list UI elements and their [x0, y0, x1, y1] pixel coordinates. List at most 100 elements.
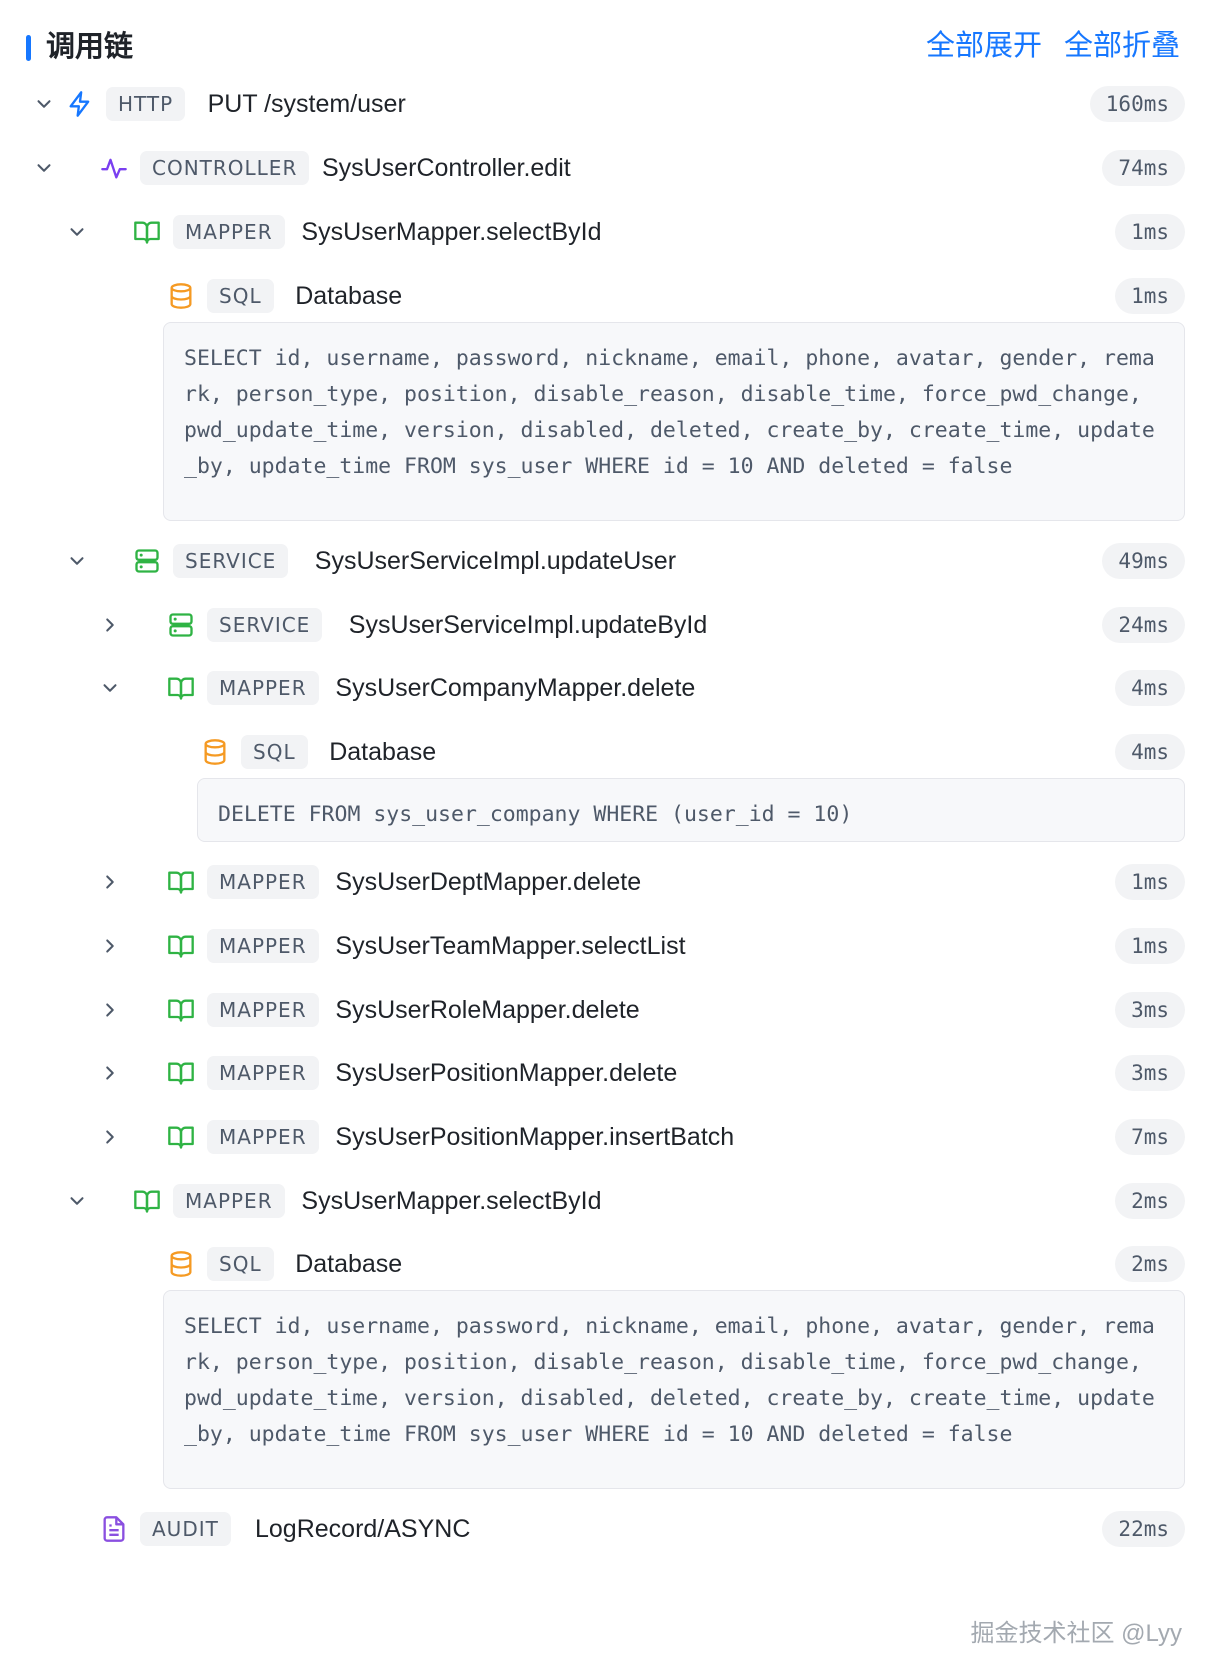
duration-badge: 4ms — [1115, 734, 1185, 770]
trace-row[interactable]: CONTROLLER SysUserController.edit 74ms — [0, 138, 1212, 198]
node-type-tag: MAPPER — [207, 1120, 319, 1154]
node-type-tag: MAPPER — [207, 865, 319, 899]
trace-panel: 调用链 全部展开 全部折叠 HTTP PUT /system/user 160ms C… — [0, 0, 1212, 1678]
duration-badge: 2ms — [1115, 1183, 1185, 1219]
trace-row[interactable]: MAPPER SysUserPositionMapper.insertBatch 7… — [0, 1107, 1212, 1167]
server-icon — [166, 610, 196, 640]
node-name: SysUserTeamMapper.selectList — [335, 932, 686, 960]
panel-title: 调用链 — [46, 31, 134, 63]
chevron-right-icon[interactable] — [95, 610, 125, 640]
chevron-down-icon[interactable] — [62, 1186, 92, 1216]
chevron-down-icon[interactable] — [62, 546, 92, 576]
node-type-tag: CONTROLLER — [140, 151, 310, 185]
trace-row[interactable]: MAPPER SysUserMapper.selectById 1ms — [0, 202, 1212, 262]
server-icon — [132, 546, 162, 576]
trace-row[interactable]: SERVICE SysUserServiceImpl.updateUser 49ms — [0, 531, 1212, 591]
node-type-tag: AUDIT — [140, 1512, 231, 1546]
duration-badge: 24ms — [1102, 607, 1185, 643]
duration-badge: 7ms — [1115, 1119, 1185, 1155]
node-name: LogRecord/ASYNC — [255, 1515, 471, 1543]
trace-row: SQL Database 4ms — [0, 722, 1212, 782]
duration-badge: 160ms — [1089, 86, 1185, 122]
node-type-tag: SERVICE — [207, 608, 323, 642]
header-actions: 全部展开 全部折叠 — [926, 24, 1180, 68]
book-open-icon — [132, 217, 162, 247]
database-icon — [166, 281, 196, 311]
sql-statement-box: SELECT id, username, password, nickname,… — [163, 322, 1185, 521]
node-name: SysUserMapper.selectById — [301, 218, 602, 246]
node-name: SysUserMapper.selectById — [301, 1187, 602, 1215]
node-type-tag: MAPPER — [207, 671, 319, 705]
duration-badge: 1ms — [1115, 278, 1185, 314]
node-type-tag: MAPPER — [173, 215, 285, 249]
sql-statement-box: SELECT id, username, password, nickname,… — [163, 1290, 1185, 1489]
node-name: SysUserCompanyMapper.delete — [335, 674, 696, 702]
chevron-down-icon[interactable] — [62, 217, 92, 247]
node-type-tag: SQL — [241, 735, 308, 769]
duration-badge: 3ms — [1115, 992, 1185, 1028]
trace-row[interactable]: MAPPER SysUserPositionMapper.delete 3ms — [0, 1043, 1212, 1103]
sql-statement-box: DELETE FROM sys_user_company WHERE (user… — [197, 778, 1185, 842]
chevron-right-icon[interactable] — [95, 995, 125, 1025]
title-accent-bar — [26, 35, 31, 61]
book-open-icon — [166, 1058, 196, 1088]
duration-badge: 4ms — [1115, 670, 1185, 706]
trace-row[interactable]: SERVICE SysUserServiceImpl.updateById 24ms — [0, 595, 1212, 655]
expand-all-button[interactable]: 全部展开 — [926, 24, 1042, 68]
node-type-tag: MAPPER — [207, 1056, 319, 1090]
duration-badge: 49ms — [1102, 543, 1185, 579]
node-name: SysUserServiceImpl.updateUser — [314, 547, 677, 575]
chevron-right-icon[interactable] — [95, 931, 125, 961]
book-open-icon — [166, 1122, 196, 1152]
database-icon — [200, 737, 230, 767]
node-name: Database — [295, 1250, 403, 1278]
node-type-tag: SQL — [207, 279, 274, 313]
chevron-right-icon[interactable] — [95, 1058, 125, 1088]
trace-row[interactable]: MAPPER SysUserTeamMapper.selectList 1ms — [0, 916, 1212, 976]
duration-badge: 22ms — [1102, 1511, 1185, 1547]
book-open-icon — [132, 1186, 162, 1216]
trace-row[interactable]: MAPPER SysUserCompanyMapper.delete 4ms — [0, 658, 1212, 718]
book-open-icon — [166, 931, 196, 961]
node-type-tag: SQL — [207, 1247, 274, 1281]
duration-badge: 3ms — [1115, 1055, 1185, 1091]
book-open-icon — [166, 995, 196, 1025]
duration-badge: 1ms — [1115, 864, 1185, 900]
node-name: PUT /system/user — [207, 90, 406, 118]
node-name: SysUserRoleMapper.delete — [335, 996, 640, 1024]
node-type-tag: MAPPER — [173, 1184, 285, 1218]
chevron-down-icon[interactable] — [95, 673, 125, 703]
collapse-all-button[interactable]: 全部折叠 — [1064, 24, 1180, 68]
chevron-down-icon[interactable] — [29, 153, 59, 183]
trace-row[interactable]: MAPPER SysUserDeptMapper.delete 1ms — [0, 852, 1212, 912]
book-open-icon — [166, 673, 196, 703]
node-name: SysUserPositionMapper.delete — [335, 1059, 678, 1087]
trace-row[interactable]: MAPPER SysUserMapper.selectById 2ms — [0, 1171, 1212, 1231]
duration-badge: 1ms — [1115, 928, 1185, 964]
document-icon — [99, 1514, 129, 1544]
node-name: Database — [329, 738, 437, 766]
chevron-down-icon[interactable] — [29, 89, 59, 119]
trace-row: SQL Database 1ms — [0, 266, 1212, 326]
database-icon — [166, 1249, 196, 1279]
trace-row[interactable]: HTTP PUT /system/user 160ms — [0, 74, 1212, 134]
node-name: SysUserController.edit — [322, 154, 571, 182]
book-open-icon — [166, 867, 196, 897]
trace-row: SQL Database 2ms — [0, 1234, 1212, 1294]
duration-badge: 74ms — [1102, 150, 1185, 186]
node-type-tag: SERVICE — [173, 544, 289, 578]
trace-row[interactable]: MAPPER SysUserRoleMapper.delete 3ms — [0, 980, 1212, 1040]
node-name: SysUserServiceImpl.updateById — [348, 611, 708, 639]
node-type-tag: MAPPER — [207, 929, 319, 963]
node-type-tag: HTTP — [106, 87, 186, 121]
node-name: Database — [295, 282, 403, 310]
node-name: SysUserDeptMapper.delete — [335, 868, 642, 896]
duration-badge: 1ms — [1115, 214, 1185, 250]
chevron-right-icon[interactable] — [95, 1122, 125, 1152]
node-type-tag: MAPPER — [207, 993, 319, 1027]
lightning-icon — [65, 89, 95, 119]
activity-icon — [99, 153, 129, 183]
node-name: SysUserPositionMapper.insertBatch — [335, 1123, 735, 1151]
duration-badge: 2ms — [1115, 1246, 1185, 1282]
chevron-right-icon[interactable] — [95, 867, 125, 897]
